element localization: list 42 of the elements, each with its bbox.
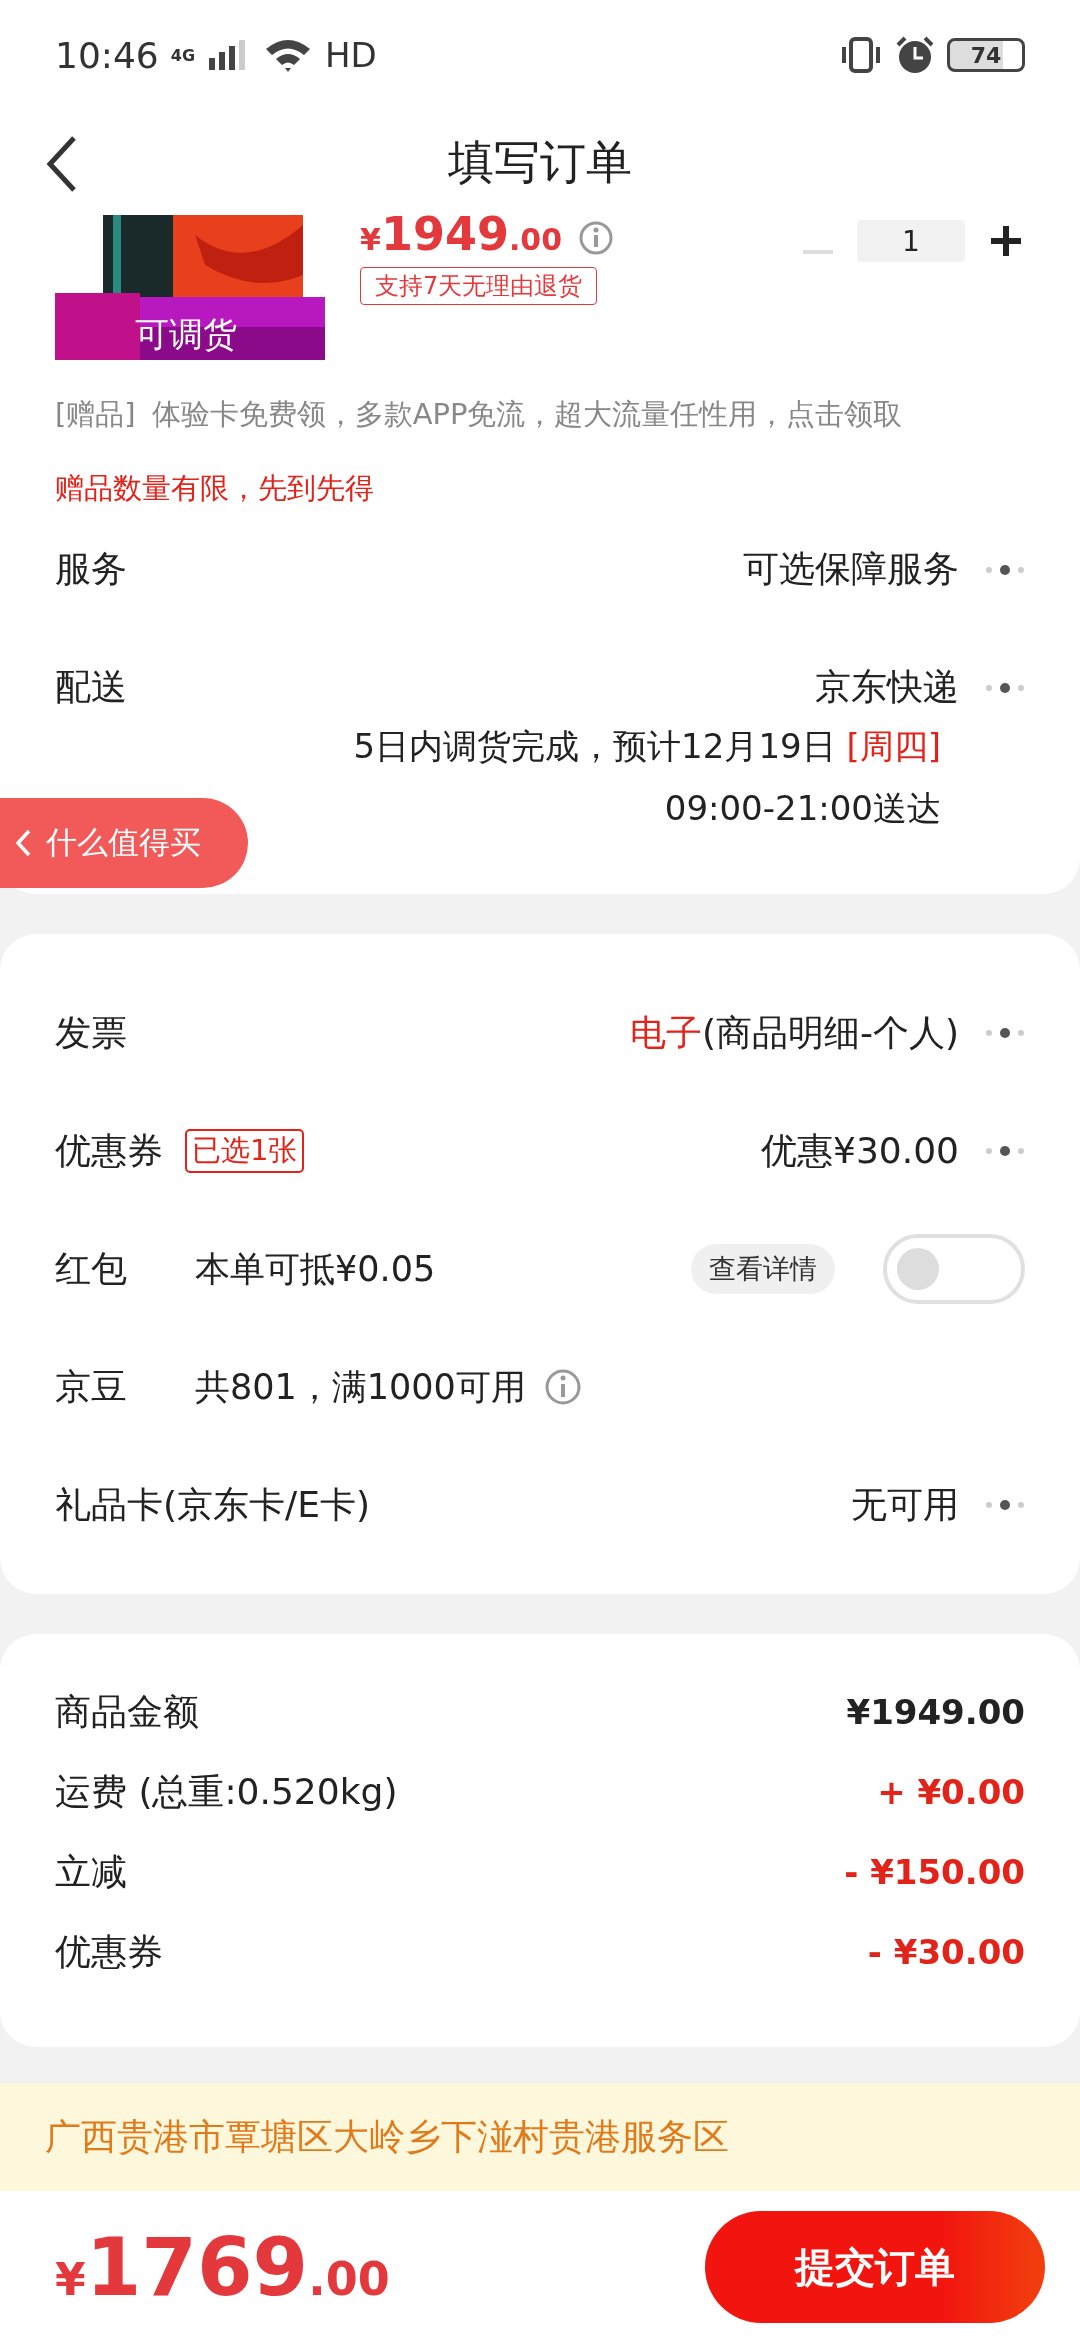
hd-label: HD <box>325 35 377 75</box>
status-time: 10:46 <box>55 34 159 76</box>
gift-notice: 赠品数量有限，先到先得 <box>55 470 375 507</box>
quantity-field[interactable]: 1 <box>857 220 965 262</box>
row-detail: 共801，满1000可用 <box>195 1365 526 1409</box>
row-label: 京豆 <box>55 1364 128 1409</box>
battery-icon: 74 <box>947 38 1025 72</box>
summary-label: 商品金额 <box>55 1689 199 1734</box>
delivery-weekday: [周四] <box>846 726 941 766</box>
stock-label: 可调货 <box>135 313 237 356</box>
delivery-value[interactable]: 京东快递 <box>815 663 959 712</box>
summary-value: - ¥30.00 <box>867 1932 1025 1972</box>
submit-button[interactable]: 提交订单 <box>705 2211 1045 2323</box>
row-value[interactable]: 优惠¥30.00 <box>761 1126 959 1176</box>
gift-text[interactable]: 体验卡免费领，多款APP免流，超大流量任性用，点击领取 <box>151 395 903 445</box>
details-button[interactable]: 查看详情 <box>691 1244 835 1294</box>
row-label: 优惠券 <box>55 1128 164 1173</box>
row-label: 服务 <box>55 547 127 591</box>
summary-label: 运费 (总重:0.520kg) <box>55 1769 398 1814</box>
row-value[interactable]: 无可用 <box>851 1480 959 1530</box>
row-value[interactable]: 电子(商品明细-个人) <box>629 1008 959 1058</box>
selected-badge: 已选1张 <box>185 1129 305 1173</box>
summary-value: - ¥150.00 <box>844 1852 1025 1892</box>
summary-value: + ¥0.00 <box>877 1772 1025 1812</box>
service-value[interactable]: 可选保障服务 <box>743 545 959 594</box>
gift-tag: [赠品] <box>55 395 136 445</box>
delivery-estimate: 5日内调货完成，预计12月19日 <box>353 726 836 766</box>
summary-label: 优惠券 <box>55 1929 163 1974</box>
row-detail: 本单可抵¥0.05 <box>195 1247 436 1291</box>
row-label: 配送 <box>55 665 127 709</box>
summary-label: 立减 <box>55 1849 127 1894</box>
row-label: 发票 <box>55 1010 128 1055</box>
return-tag: 支持7天无理由退货 <box>360 267 598 305</box>
delivery-window: 09:00-21:00送达 <box>664 786 941 832</box>
network-label: 4G <box>170 45 195 65</box>
row-label: 红包 <box>55 1246 128 1291</box>
address-bar: 广西贵港市覃塘区大岭乡下湴村贵港服务区 <box>0 2083 1080 2191</box>
page-title: 填写订单 <box>448 133 632 191</box>
product-price: ¥1949.00 <box>360 207 563 261</box>
summary-value: ¥1949.00 <box>846 1692 1025 1732</box>
total-price: ¥1769.00 <box>55 2220 390 2314</box>
row-label: 礼品卡(京东卡/E卡) <box>55 1482 370 1527</box>
